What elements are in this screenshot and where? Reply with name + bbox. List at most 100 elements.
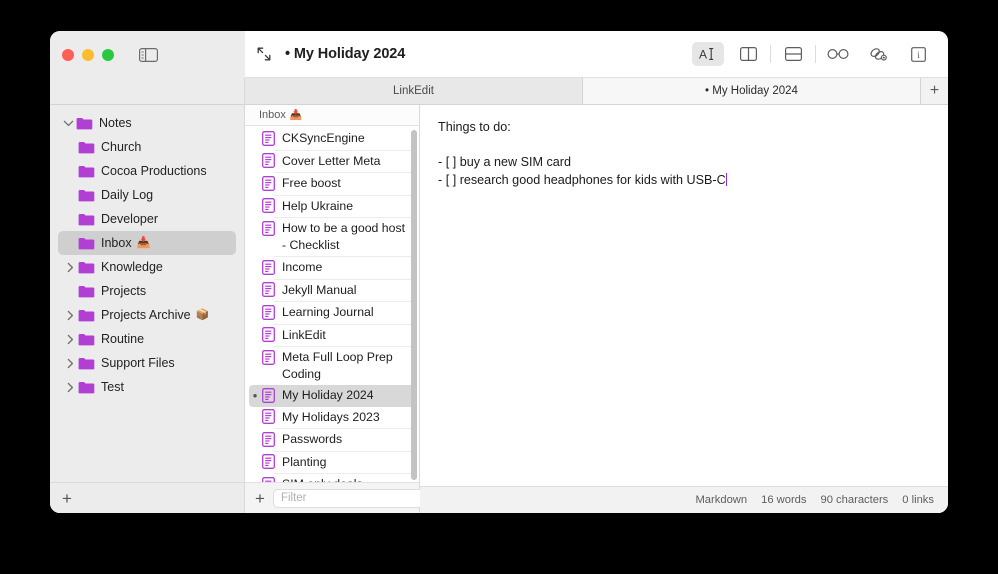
note-document-icon bbox=[261, 153, 275, 169]
sidebar-item-projects[interactable]: Projects bbox=[58, 279, 236, 303]
note-list-item[interactable]: Planting bbox=[245, 452, 419, 474]
tab-bar: LinkEdit • My Holiday 2024 + bbox=[50, 78, 948, 105]
chevron-right-icon[interactable] bbox=[62, 259, 78, 275]
note-list-item[interactable]: SIM only deals bbox=[245, 474, 419, 482]
chevron-right-icon[interactable] bbox=[62, 331, 78, 347]
note-list-item[interactable]: Meta Full Loop Prep Coding bbox=[245, 347, 419, 385]
add-note-button[interactable]: + bbox=[255, 490, 265, 507]
note-list-item[interactable]: How to be a good host - Checklist bbox=[245, 218, 419, 256]
sidebar-item-notes[interactable]: Notes bbox=[58, 111, 236, 135]
note-list-item[interactable]: My Holidays 2023 bbox=[245, 407, 419, 429]
preview-glasses-button[interactable] bbox=[822, 42, 854, 66]
svg-text:i: i bbox=[917, 51, 920, 61]
note-document-icon bbox=[261, 409, 275, 425]
note-document-icon bbox=[261, 327, 275, 343]
tab-linkedit[interactable]: LinkEdit bbox=[245, 78, 583, 104]
folder-icon bbox=[78, 259, 95, 276]
note-list-item[interactable]: Cover Letter Meta bbox=[245, 151, 419, 173]
editor-line[interactable]: Things to do: bbox=[438, 119, 930, 137]
text-format-button[interactable]: A bbox=[692, 42, 724, 66]
note-list-item[interactable]: CKSyncEngine bbox=[245, 128, 419, 150]
note-list-item-title: LinkEdit bbox=[282, 327, 326, 342]
sidebar-item-label: Notes bbox=[99, 116, 132, 130]
split-horizontal-button[interactable] bbox=[777, 42, 809, 66]
traffic-lights bbox=[62, 48, 114, 61]
folder-icon bbox=[78, 235, 95, 252]
folder-icon bbox=[78, 211, 95, 228]
note-list-item-title: My Holiday 2024 bbox=[282, 388, 374, 402]
sidebar-item-church[interactable]: Church bbox=[58, 135, 236, 159]
sidebar-item-label: Projects bbox=[101, 284, 147, 298]
sidebar-item-label: Knowledge bbox=[101, 260, 163, 274]
app-window: • My Holiday 2024 A i LinkEdit • My Holi… bbox=[50, 31, 948, 513]
expand-collapse-icon[interactable] bbox=[255, 45, 273, 63]
note-document-icon bbox=[261, 454, 275, 470]
info-button[interactable]: i bbox=[902, 42, 934, 66]
note-list-item[interactable]: Learning Journal bbox=[245, 302, 419, 324]
tab-strip: LinkEdit • My Holiday 2024 bbox=[245, 78, 921, 104]
tab-my-holiday-2024[interactable]: • My Holiday 2024 bbox=[583, 78, 921, 104]
chevron-down-icon[interactable] bbox=[60, 115, 76, 131]
note-list-scrollbar[interactable] bbox=[411, 130, 417, 480]
chevron-right-icon[interactable] bbox=[62, 379, 78, 395]
sidebar-item-daily-log[interactable]: Daily Log bbox=[58, 183, 236, 207]
note-list-item[interactable]: Help Ukraine bbox=[245, 196, 419, 218]
sidebar-toggle-icon[interactable] bbox=[138, 47, 158, 62]
note-list-item-title: Meta Full Loop Prep Coding bbox=[282, 350, 393, 381]
minimize-button[interactable] bbox=[82, 48, 94, 61]
zoom-button[interactable] bbox=[102, 48, 114, 61]
note-list-item[interactable]: Income bbox=[245, 257, 419, 279]
editor-blank-line bbox=[438, 137, 930, 155]
note-list-item[interactable]: Free boost bbox=[245, 173, 419, 195]
note-text-editor[interactable]: Things to do: - [ ] buy a new SIM card - [… bbox=[420, 105, 948, 486]
note-list-item[interactable]: Jekyll Manual bbox=[245, 280, 419, 302]
sidebar-item-inbox[interactable]: Inbox 📥 bbox=[58, 231, 236, 255]
note-list-item[interactable]: LinkEdit bbox=[245, 325, 419, 347]
note-list-item-title: Free boost bbox=[282, 176, 341, 190]
editor-line[interactable]: - [ ] research good headphones for kids … bbox=[438, 172, 930, 190]
unsaved-dot-icon: • bbox=[252, 388, 258, 403]
sidebar-item-label: Cocoa Productions bbox=[101, 164, 207, 178]
add-folder-button[interactable]: + bbox=[62, 490, 72, 507]
sidebar: Notes Church Cocoa Productions Daily Log Dev… bbox=[50, 105, 245, 513]
filter-input[interactable] bbox=[272, 488, 443, 508]
editor-line[interactable]: - [ ] buy a new SIM card bbox=[438, 154, 930, 172]
note-document-icon bbox=[261, 349, 275, 365]
links-button[interactable] bbox=[862, 42, 894, 66]
note-list-header-label: Inbox bbox=[259, 109, 286, 121]
page-title: • My Holiday 2024 bbox=[285, 46, 406, 62]
sidebar-footer: + bbox=[50, 482, 244, 513]
note-list-item[interactable]: Passwords bbox=[245, 429, 419, 451]
document-title-area: • My Holiday 2024 bbox=[255, 45, 688, 63]
status-syntax: Markdown bbox=[695, 494, 748, 506]
folder-icon bbox=[78, 139, 95, 156]
toolbar: A i bbox=[688, 42, 938, 66]
note-document-icon bbox=[261, 304, 275, 320]
sidebar-item-projects-archive[interactable]: Projects Archive 📦 bbox=[58, 303, 236, 327]
note-list-item-title: My Holidays 2023 bbox=[282, 409, 380, 424]
tab-bar-spacer bbox=[50, 78, 245, 104]
sidebar-item-cocoa-productions[interactable]: Cocoa Productions bbox=[58, 159, 236, 183]
chevron-right-icon[interactable] bbox=[62, 307, 78, 323]
sidebar-item-knowledge[interactable]: Knowledge bbox=[58, 255, 236, 279]
chevron-right-icon[interactable] bbox=[62, 355, 78, 371]
note-list-pane: Inbox 📥 CKSyncEngine Cover Letter Meta Fre… bbox=[245, 105, 443, 513]
sidebar-item-test[interactable]: Test bbox=[58, 375, 236, 399]
note-document-icon bbox=[261, 198, 275, 214]
folder-icon bbox=[78, 307, 95, 324]
sidebar-item-support-files[interactable]: Support Files bbox=[58, 351, 236, 375]
status-bar: Markdown 16 words 90 characters 0 links bbox=[420, 486, 948, 513]
note-document-icon bbox=[261, 476, 275, 482]
note-list-item-title: How to be a good host - Checklist bbox=[282, 221, 406, 252]
close-button[interactable] bbox=[62, 48, 74, 61]
sidebar-item-developer[interactable]: Developer bbox=[58, 207, 236, 231]
note-list-item-title: Jekyll Manual bbox=[282, 282, 357, 297]
sidebar-item-label: Church bbox=[101, 140, 142, 154]
note-list-item[interactable]: • My Holiday 2024 bbox=[249, 385, 415, 407]
titlebar-left bbox=[50, 31, 245, 78]
sidebar-item-routine[interactable]: Routine bbox=[58, 327, 236, 351]
new-tab-button[interactable]: + bbox=[921, 78, 948, 104]
folder-icon bbox=[78, 163, 95, 180]
note-list-item-title: SIM only deals bbox=[282, 476, 409, 482]
split-vertical-button[interactable] bbox=[732, 42, 764, 66]
